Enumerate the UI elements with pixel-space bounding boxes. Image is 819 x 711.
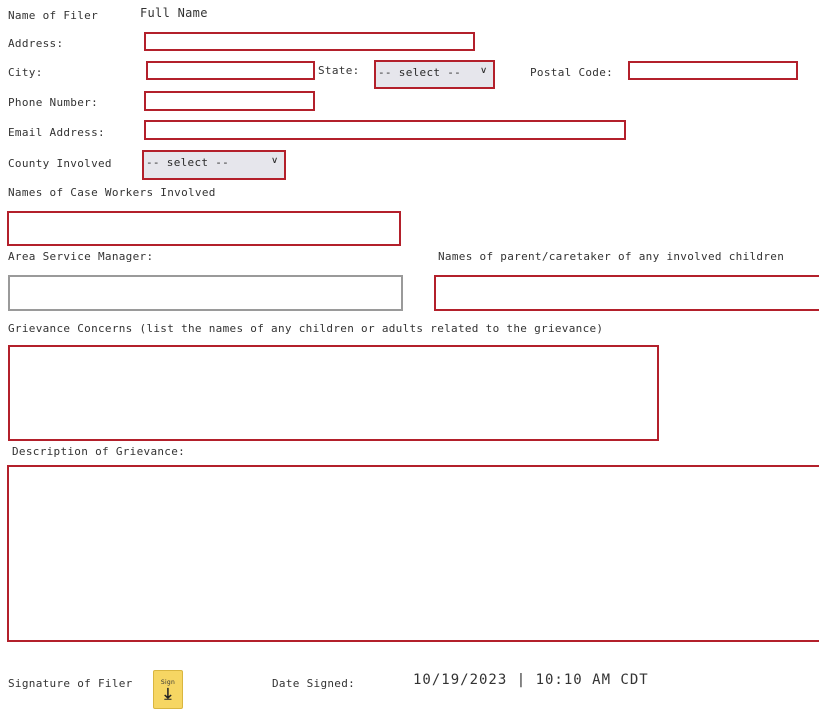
phone-input[interactable] bbox=[144, 91, 315, 111]
case-workers-label: Names of Case Workers Involved bbox=[8, 186, 216, 199]
sign-button[interactable]: Sign ⤓ bbox=[153, 670, 183, 709]
download-arrow-icon: ⤓ bbox=[164, 683, 172, 703]
case-workers-input[interactable] bbox=[7, 211, 401, 246]
grievance-concerns-textarea[interactable] bbox=[8, 345, 659, 441]
description-textarea[interactable] bbox=[7, 465, 819, 642]
chevron-down-icon: ∨ bbox=[271, 156, 279, 166]
name-of-filer-value: Full Name bbox=[140, 6, 208, 20]
address-input[interactable] bbox=[144, 32, 475, 51]
address-label: Address: bbox=[8, 37, 64, 50]
parent-caretaker-input[interactable] bbox=[434, 275, 819, 311]
state-label: State: bbox=[318, 64, 360, 77]
date-signed-label: Date Signed: bbox=[272, 677, 356, 690]
city-input[interactable] bbox=[146, 61, 315, 80]
chevron-down-icon: ∨ bbox=[480, 66, 488, 76]
state-select[interactable]: -- select -- ∨ bbox=[374, 60, 495, 89]
county-select-value: -- select -- bbox=[146, 156, 230, 169]
postal-code-input[interactable] bbox=[628, 61, 798, 80]
phone-label: Phone Number: bbox=[8, 96, 98, 109]
area-manager-label: Area Service Manager: bbox=[8, 250, 154, 263]
parent-caretaker-label: Names of parent/caretaker of any involve… bbox=[438, 250, 785, 263]
area-manager-input[interactable] bbox=[8, 275, 403, 311]
name-of-filer-label: Name of Filer bbox=[8, 9, 98, 22]
city-label: City: bbox=[8, 66, 43, 79]
grievance-concerns-label: Grievance Concerns (list the names of an… bbox=[8, 322, 604, 335]
signature-label: Signature of Filer bbox=[8, 677, 133, 690]
date-signed-value: 10/19/2023 | 10:10 AM CDT bbox=[413, 672, 649, 688]
state-select-value: -- select -- bbox=[378, 66, 462, 79]
description-label: Description of Grievance: bbox=[12, 445, 186, 458]
county-select[interactable]: -- select -- ∨ bbox=[142, 150, 286, 180]
postal-code-label: Postal Code: bbox=[530, 66, 614, 79]
email-label: Email Address: bbox=[8, 126, 105, 139]
county-label: County Involved bbox=[8, 157, 112, 170]
email-input[interactable] bbox=[144, 120, 626, 140]
